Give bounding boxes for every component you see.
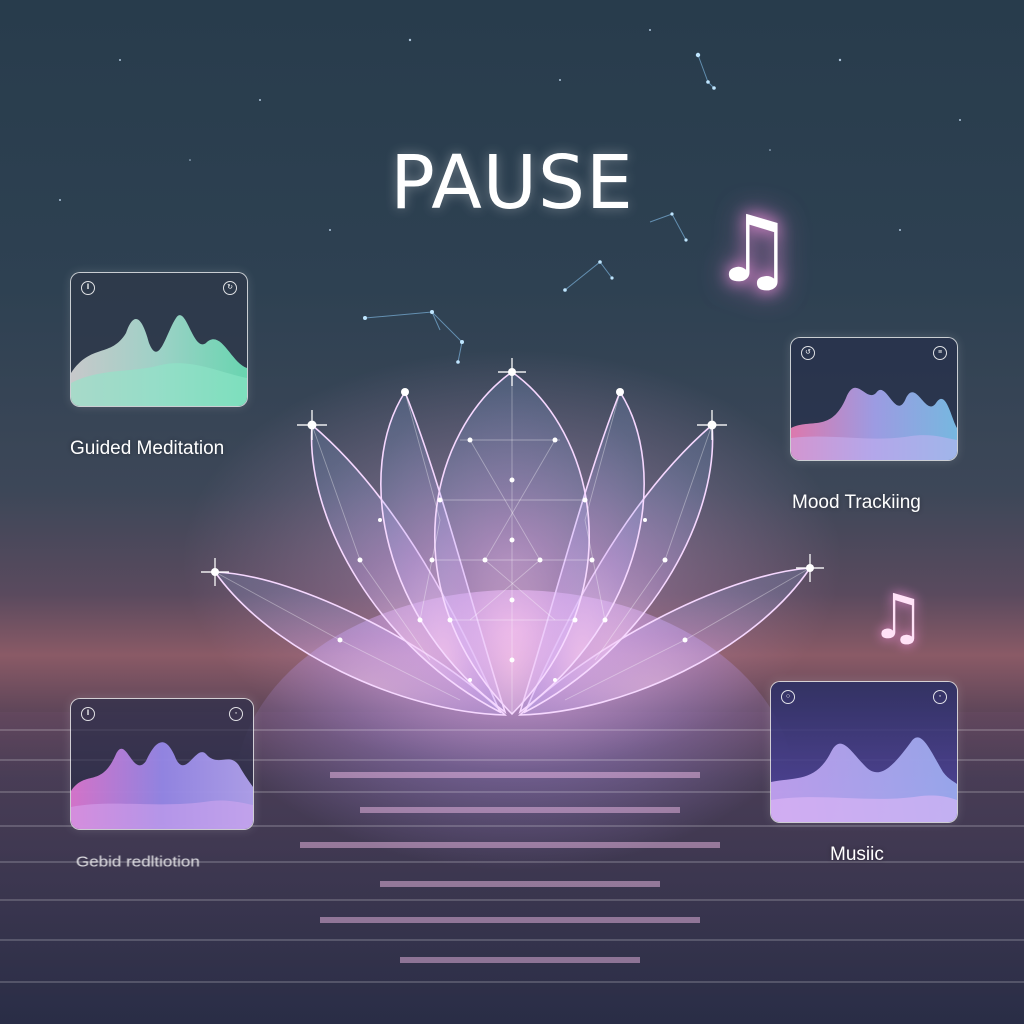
options-icon[interactable]: ≡ — [933, 346, 947, 360]
music-note-icon: ♫ — [870, 580, 926, 653]
options-icon[interactable]: ↻ — [223, 281, 237, 295]
pause-icon[interactable]: ‖ — [81, 281, 95, 295]
music-card[interactable]: ○ ◦ — [770, 681, 958, 823]
waveform-visual — [771, 682, 957, 822]
guided-meditation-card[interactable]: ‖ ↻ — [70, 272, 248, 407]
options-icon[interactable]: ◦ — [229, 707, 243, 721]
replay-icon[interactable]: ↺ — [801, 346, 815, 360]
options-icon[interactable]: ◦ — [933, 690, 947, 704]
reflected-card-label: Gebid redltiotion — [76, 853, 200, 870]
scene-background: PAUSE ♫ ♫ ‖ ↻ Guided Meditation ↺ ≡ Mood… — [0, 0, 1024, 1024]
guided-meditation-label: Guided Meditation — [70, 438, 225, 459]
pause-icon[interactable]: ‖ — [81, 707, 95, 721]
mood-tracking-card[interactable]: ↺ ≡ — [790, 337, 958, 461]
waveform-visual — [71, 273, 247, 406]
mood-tracking-label: Mood Trackiing — [792, 492, 921, 513]
music-label: Musiic — [830, 844, 884, 865]
music-note-icon: ♫ — [712, 196, 795, 303]
play-icon[interactable]: ○ — [781, 690, 795, 704]
meditation-card-secondary[interactable]: ‖ ◦ — [70, 698, 254, 830]
waveform-visual — [791, 338, 957, 460]
waveform-visual — [71, 699, 253, 829]
app-title: PAUSE — [390, 140, 634, 226]
